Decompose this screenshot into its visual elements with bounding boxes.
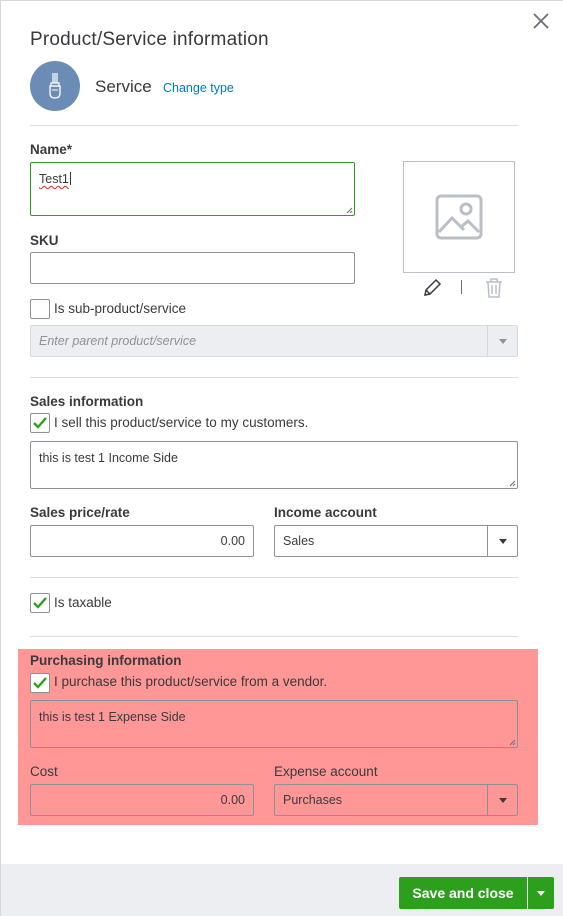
chevron-down-icon[interactable] — [487, 785, 517, 815]
panel-title: Product/Service information — [30, 29, 269, 50]
purchase-description-value: this is test 1 Expense Side — [39, 710, 186, 724]
parent-product-placeholder: Enter parent product/service — [39, 334, 197, 348]
name-label: Name* — [30, 142, 73, 157]
purchase-checkbox[interactable] — [30, 673, 50, 693]
income-account-select[interactable]: Sales — [274, 525, 518, 557]
pencil-icon[interactable] — [421, 277, 443, 299]
sell-checkbox[interactable] — [30, 413, 50, 433]
divider — [30, 577, 518, 578]
income-account-label: Income account — [274, 505, 377, 520]
chevron-down-icon — [487, 326, 517, 356]
checkmark-icon — [33, 417, 47, 429]
resize-handle-icon[interactable] — [345, 206, 353, 214]
expense-account-value: Purchases — [283, 793, 343, 807]
sub-product-checkbox[interactable] — [30, 299, 50, 319]
resize-handle-icon[interactable] — [508, 479, 516, 487]
separator — [461, 280, 462, 294]
checkmark-icon — [33, 677, 47, 689]
purchase-description-input[interactable]: this is test 1 Expense Side — [30, 700, 518, 748]
trash-icon[interactable] — [484, 277, 504, 299]
close-icon[interactable] — [529, 9, 553, 33]
sales-description-input[interactable]: this is test 1 Income Side — [30, 441, 518, 489]
sku-label: SKU — [30, 233, 59, 248]
sales-price-input[interactable]: 0.00 — [30, 525, 254, 557]
cost-input[interactable]: 0.00 — [30, 784, 254, 816]
name-value: Test1 — [39, 172, 69, 186]
taxable-label: Is taxable — [54, 595, 112, 610]
resize-handle-icon[interactable] — [508, 738, 516, 746]
save-options-dropdown[interactable] — [528, 877, 554, 909]
product-service-panel: Product/Service information Service Chan… — [0, 0, 563, 916]
income-account-value: Sales — [283, 534, 315, 548]
image-placeholder-icon — [435, 194, 483, 240]
sub-product-label: Is sub-product/service — [54, 301, 187, 316]
expense-account-label: Expense account — [274, 764, 378, 779]
purchasing-section-label: Purchasing information — [30, 653, 182, 668]
divider — [30, 125, 518, 126]
chevron-down-icon[interactable] — [487, 526, 517, 556]
image-upload-box[interactable] — [403, 161, 515, 273]
divider — [30, 636, 518, 637]
parent-product-select: Enter parent product/service — [30, 325, 518, 357]
sku-input[interactable] — [30, 252, 355, 284]
sales-section-label: Sales information — [30, 394, 144, 409]
save-and-close-button[interactable]: Save and close — [399, 877, 527, 909]
sell-checkbox-label: I sell this product/service to my custom… — [54, 415, 309, 430]
cost-label: Cost — [30, 764, 58, 779]
divider — [30, 377, 518, 378]
checkmark-icon — [33, 597, 47, 609]
sales-description-value: this is test 1 Income Side — [39, 451, 178, 465]
chevron-down-icon — [537, 890, 545, 896]
expense-account-select[interactable]: Purchases — [274, 784, 518, 816]
purchase-checkbox-label: I purchase this product/service from a v… — [54, 674, 328, 689]
paintbrush-icon — [30, 61, 80, 111]
sales-price-label: Sales price/rate — [30, 505, 130, 520]
taxable-checkbox[interactable] — [30, 593, 50, 613]
name-input[interactable]: Test1 — [30, 162, 355, 216]
change-type-link[interactable]: Change type — [163, 81, 234, 95]
product-type-label: Service — [95, 77, 152, 96]
